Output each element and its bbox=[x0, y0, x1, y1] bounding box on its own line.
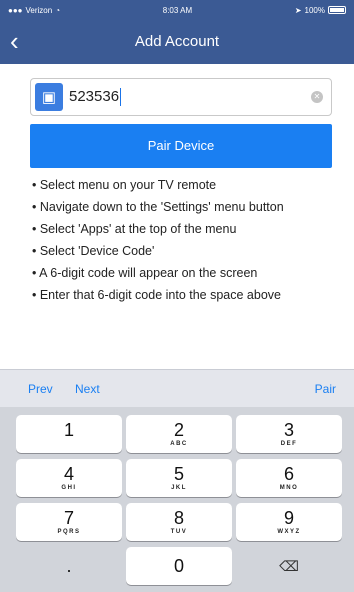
key-6[interactable]: 6 MNO bbox=[236, 459, 342, 497]
key-0[interactable]: 0 bbox=[126, 547, 232, 585]
number-keypad: 1 2 ABC 3 DEF 4 GHI 5 JKL 6 MNO 7 PQRS 8… bbox=[0, 407, 354, 592]
backspace-icon: ⌫ bbox=[279, 558, 299, 574]
key-letters: ABC bbox=[170, 441, 188, 447]
status-time: 8:03 AM bbox=[162, 5, 193, 15]
status-left: ●●● Verizon ◔ bbox=[8, 6, 60, 15]
key-number: 4 bbox=[63, 464, 74, 484]
key-letters: MNO bbox=[279, 485, 299, 491]
text-caret bbox=[120, 88, 122, 107]
carrier-label: Verizon bbox=[25, 5, 53, 15]
key-number: 5 bbox=[173, 464, 184, 484]
key-letters: JKL bbox=[171, 485, 187, 491]
key-number: 3 bbox=[283, 420, 294, 440]
key-number: 1 bbox=[63, 420, 74, 440]
key-letters: PQRS bbox=[57, 529, 81, 535]
location-icon: ➤ bbox=[294, 5, 302, 15]
instructions-list: • Select menu on your TV remote • Naviga… bbox=[32, 178, 332, 310]
device-code-field[interactable]: ▣ 523536 ✕ bbox=[30, 78, 332, 116]
instruction-item: • Select 'Apps' at the top of the menu bbox=[32, 222, 237, 236]
device-code-input[interactable]: 523536 bbox=[63, 87, 311, 107]
tv-icon: ▣ bbox=[35, 83, 63, 111]
key-number: 7 bbox=[63, 508, 74, 528]
instruction-item: • Navigate down to the 'Settings' menu b… bbox=[32, 200, 284, 214]
key-8[interactable]: 8 TUV bbox=[126, 503, 232, 541]
key-letters: WXYZ bbox=[277, 529, 301, 535]
pair-device-button[interactable]: Pair Device bbox=[30, 124, 332, 168]
key-number: 9 bbox=[283, 508, 294, 528]
prev-button[interactable]: Prev bbox=[28, 382, 53, 396]
key-number: 6 bbox=[283, 464, 294, 484]
keyboard-toolbar: Prev Next Pair bbox=[0, 369, 354, 407]
key-letters: TUV bbox=[170, 529, 188, 535]
status-bar: ●●● Verizon ◔ 8:03 AM ➤ 100% bbox=[0, 0, 354, 20]
instruction-item: • Enter that 6-digit code into the space… bbox=[32, 288, 281, 302]
key-5[interactable]: 5 JKL bbox=[126, 459, 232, 497]
status-right: ➤ 100% bbox=[295, 6, 346, 15]
delete-key[interactable]: ⌫ bbox=[236, 547, 342, 585]
nav-bar: ‹ Add Account bbox=[0, 20, 354, 64]
key-7[interactable]: 7 PQRS bbox=[16, 503, 122, 541]
signal-icon: ●●● bbox=[8, 5, 23, 15]
key-letters: GHI bbox=[61, 485, 77, 491]
clear-icon[interactable]: ✕ bbox=[311, 91, 323, 103]
wifi-icon: ◔ bbox=[55, 5, 61, 15]
battery-icon bbox=[328, 6, 346, 14]
instruction-item: • Select 'Device Code' bbox=[32, 244, 155, 258]
chevron-left-icon[interactable]: ‹ bbox=[10, 28, 38, 56]
key-1[interactable]: 1 bbox=[16, 415, 122, 453]
key-number: 2 bbox=[173, 420, 184, 440]
instruction-item: • Select menu on your TV remote bbox=[32, 178, 217, 192]
key-number: 8 bbox=[173, 508, 184, 528]
key-9[interactable]: 9 WXYZ bbox=[236, 503, 342, 541]
device-code-value: 523536 bbox=[69, 87, 120, 105]
key-4[interactable]: 4 GHI bbox=[16, 459, 122, 497]
instruction-item: • A 6-digit code will appear on the scre… bbox=[32, 266, 258, 280]
next-button[interactable]: Next bbox=[75, 382, 100, 396]
key-letters: DEF bbox=[280, 441, 298, 447]
toolbar-pair-button[interactable]: Pair bbox=[315, 382, 336, 396]
page-title: Add Account bbox=[134, 33, 220, 50]
battery-label: 100% bbox=[304, 5, 325, 15]
key-2[interactable]: 2 ABC bbox=[126, 415, 232, 453]
key-3[interactable]: 3 DEF bbox=[236, 415, 342, 453]
key-dot[interactable]: . bbox=[16, 547, 122, 585]
